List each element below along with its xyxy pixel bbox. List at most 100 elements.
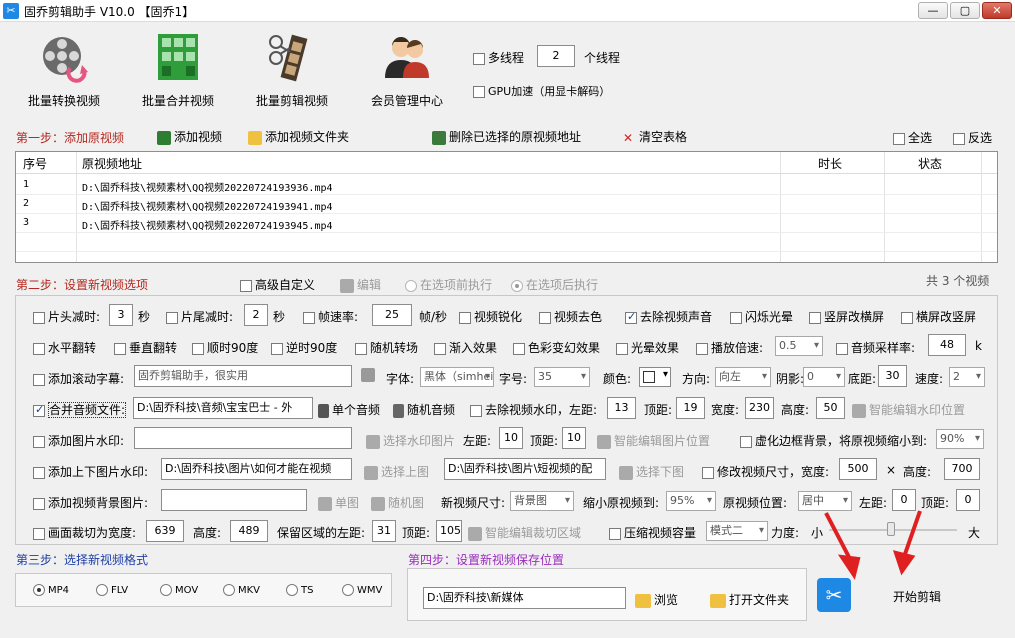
flash-option[interactable]: 闪烁光晕 (730, 308, 793, 325)
format-flv[interactable]: FLV (96, 584, 128, 596)
head-cut-input[interactable]: 3 (109, 304, 133, 326)
format-mp4-radio[interactable] (33, 584, 45, 596)
select-all-checkbox[interactable] (893, 132, 905, 145)
format-flv-radio[interactable] (96, 584, 108, 596)
choose-bottom-button[interactable]: 选择下图 (619, 463, 684, 480)
speed-select[interactable]: 0.5 (775, 336, 823, 356)
crop-height-input[interactable]: 489 (230, 520, 268, 542)
edit-button[interactable]: 编辑 (340, 276, 381, 293)
add-video-button[interactable]: 添加视频 (157, 128, 222, 145)
flash-checkbox[interactable] (730, 311, 742, 324)
image-watermark-checkbox[interactable] (33, 435, 45, 448)
font-select[interactable]: 黑体（simhei） (420, 367, 494, 387)
scroll-sub-option[interactable]: 添加滚动字幕: (33, 370, 124, 387)
fade-in-option[interactable]: 渐入效果 (434, 339, 497, 356)
video-table[interactable]: 序号 原视频地址 时长 状态 1 D:\固乔科技\视频素材\QQ视频202207… (15, 151, 998, 263)
multithread-checkbox[interactable] (473, 52, 485, 65)
save-path-input[interactable]: D:\固乔科技\新媒体 (423, 587, 626, 609)
watermark-top-input[interactable]: 19 (676, 397, 705, 419)
keep-top-input[interactable]: 105 (436, 520, 462, 542)
cw90-option[interactable]: 顺时90度 (192, 339, 258, 356)
resize-checkbox[interactable] (702, 466, 714, 479)
col-path[interactable]: 原视频地址 (82, 155, 142, 172)
resize-height-input[interactable]: 700 (944, 458, 980, 480)
image-watermark-option[interactable]: 添加图片水印: (33, 432, 124, 449)
tail-cut-checkbox[interactable] (166, 311, 178, 324)
random-audio-button[interactable]: 随机音频 (393, 401, 455, 418)
crop-width-input[interactable]: 639 (146, 520, 184, 542)
watermark-width-input[interactable]: 230 (745, 397, 774, 419)
speed-checkbox[interactable] (696, 342, 708, 355)
color-fx-checkbox[interactable] (513, 342, 525, 355)
decolor-option[interactable]: 视频去色 (539, 308, 602, 325)
format-wmv-radio[interactable] (342, 584, 354, 596)
col-no[interactable]: 序号 (23, 155, 47, 172)
format-mp4[interactable]: MP4 (33, 584, 69, 596)
single-image-button[interactable]: 单图 (318, 494, 359, 511)
remove-watermark-option[interactable]: 去除视频水印，左距: (470, 401, 597, 418)
shadow-select[interactable]: 0 (803, 367, 845, 387)
sample-rate-option[interactable]: 音频采样率: (836, 339, 915, 356)
blur-bg-checkbox[interactable] (740, 435, 752, 448)
tail-cut-input[interactable]: 2 (244, 304, 268, 326)
h2v-option[interactable]: 横屏改竖屏 (901, 308, 976, 325)
remove-watermark-checkbox[interactable] (470, 404, 482, 417)
exec-after-radio[interactable] (511, 279, 523, 292)
minimize-button[interactable]: — (918, 2, 948, 19)
invert-button[interactable]: 反选 (953, 129, 992, 146)
watermark-height-input[interactable]: 50 (816, 397, 845, 419)
halo-checkbox[interactable] (616, 342, 628, 355)
watermark-left-input[interactable]: 13 (607, 397, 636, 419)
resize-option[interactable]: 修改视频尺寸，宽度: (702, 463, 829, 480)
select-all-button[interactable]: 全选 (893, 129, 932, 146)
batch-merge-button[interactable]: 批量合并视频 (128, 32, 228, 112)
choose-top-button[interactable]: 选择上图 (364, 463, 429, 480)
merge-audio-option[interactable]: 合并音频文件: (33, 401, 127, 418)
vflip-option[interactable]: 垂直翻转 (114, 339, 177, 356)
choose-watermark-button[interactable]: 选择水印图片 (366, 432, 455, 449)
audio-path-input[interactable]: D:\固乔科技\音频\宝宝巴士 - 外 (133, 397, 313, 419)
new-size-select[interactable]: 背景图 (510, 491, 574, 511)
table-row[interactable]: 2 D:\固乔科技\视频素材\QQ视频20220724193941.mp4 (16, 195, 997, 214)
text-style-icon[interactable] (361, 368, 375, 382)
col-status[interactable]: 状态 (918, 155, 942, 172)
maximize-button[interactable]: ▢ (950, 2, 980, 19)
compress-checkbox[interactable] (609, 527, 621, 540)
halo-option[interactable]: 光晕效果 (616, 339, 679, 356)
crop-option[interactable]: 画面裁切为宽度: (33, 524, 136, 541)
bg-image-checkbox[interactable] (33, 497, 45, 510)
scroll-text-input[interactable]: 固乔剪辑助手，很实用 (134, 365, 352, 387)
advanced-checkbox[interactable] (240, 279, 252, 292)
vflip-checkbox[interactable] (114, 342, 126, 355)
bg-image-input[interactable] (161, 489, 307, 511)
format-mov-radio[interactable] (160, 584, 172, 596)
col-duration[interactable]: 时长 (818, 155, 842, 172)
format-mkv[interactable]: MKV (223, 584, 260, 596)
bg-image-option[interactable]: 添加视频背景图片: (33, 494, 148, 511)
advanced-option[interactable]: 高级自定义 (240, 276, 315, 293)
compress-option[interactable]: 压缩视频容量 (609, 524, 696, 541)
size-select[interactable]: 35 (534, 367, 590, 387)
exec-before-radio[interactable] (405, 279, 417, 292)
top-image-input[interactable]: D:\固乔科技\图片\如何才能在视频 (161, 458, 352, 480)
format-mkv-radio[interactable] (223, 584, 235, 596)
table-row[interactable]: 3 D:\固乔科技\视频素材\QQ视频20220724193945.mp4 (16, 214, 997, 233)
fps-checkbox[interactable] (303, 311, 315, 324)
blur-scale-select[interactable]: 90% (936, 429, 984, 449)
rand-trans-checkbox[interactable] (355, 342, 367, 355)
clear-table-button[interactable]: ✕ 清空表格 (620, 128, 687, 145)
member-center-button[interactable]: 会员管理中心 (357, 32, 457, 112)
v2h-checkbox[interactable] (809, 311, 821, 324)
color-fx-option[interactable]: 色彩变幻效果 (513, 339, 600, 356)
fps-input[interactable]: 25 (372, 304, 412, 326)
crop-checkbox[interactable] (33, 527, 45, 540)
decolor-checkbox[interactable] (539, 311, 551, 324)
open-folder-button[interactable]: 打开文件夹 (710, 591, 789, 608)
h2v-checkbox[interactable] (901, 311, 913, 324)
fade-in-checkbox[interactable] (434, 342, 446, 355)
remove-audio-option[interactable]: 去除视频声音 (625, 308, 712, 325)
color-picker[interactable]: ▾ (639, 367, 671, 387)
direction-select[interactable]: 向左 (715, 367, 771, 387)
sample-rate-checkbox[interactable] (836, 342, 848, 355)
start-edit-button[interactable]: 开始剪辑 (893, 588, 941, 605)
